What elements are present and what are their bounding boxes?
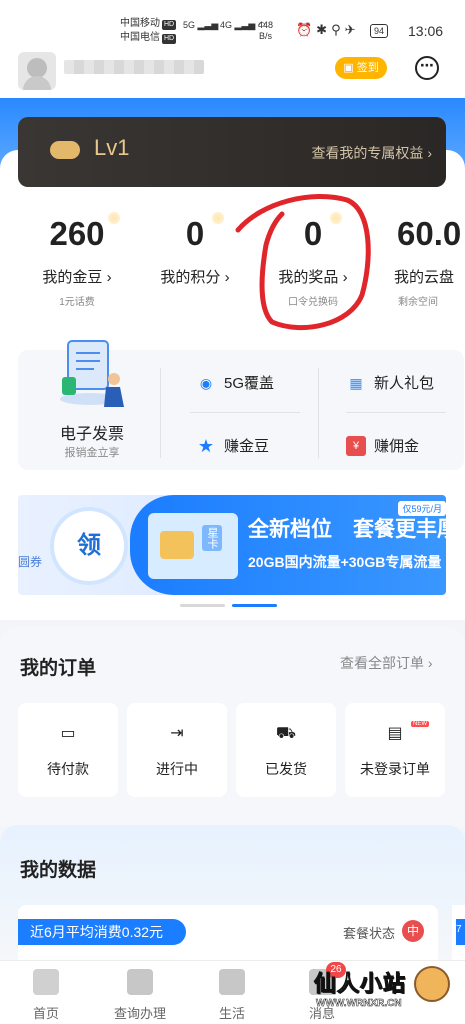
carrier-1: 中国移动 — [120, 18, 160, 29]
hd-badge-1: HD — [162, 20, 177, 30]
red-envelope-icon: ¥ — [346, 435, 366, 456]
grid-icon — [127, 969, 153, 995]
service-label: 5G覆盖 — [224, 375, 275, 392]
view-all-orders-link[interactable]: 查看全部订单 › — [340, 653, 433, 673]
hd-badge-2: HD — [162, 34, 177, 44]
net-speed: 448 B/s — [258, 20, 274, 41]
stat-gold-beans[interactable]: 260 我的金豆 › 1元话费 — [22, 212, 132, 308]
order-pending-payment[interactable]: ▭ 待付款 — [18, 703, 118, 797]
watermark-mascot-icon — [414, 966, 450, 1002]
stat-sub: 剩余空间 — [398, 297, 438, 308]
service-label: 赚佣金 — [374, 438, 420, 455]
package-status-label: 套餐状态 — [343, 926, 396, 941]
sparkle-icon — [108, 212, 120, 224]
level-card[interactable]: Lv1 查看我的专属权益 › — [18, 117, 446, 187]
tab-home[interactable]: 首页 — [6, 969, 86, 1022]
progress-icon: ⇥ — [170, 725, 184, 742]
new-tag: NEW — [411, 721, 429, 727]
calendar-icon: ▣ — [343, 62, 357, 74]
my-data-title: 我的数据 — [20, 860, 97, 881]
sim-chip-icon — [160, 531, 194, 559]
wifi-5g-icon: ◉ — [199, 374, 213, 391]
carrier-2: 中国电信 — [120, 32, 160, 43]
avatar[interactable] — [18, 52, 56, 90]
order-label: 已发货 — [265, 761, 307, 777]
price-badge: 仅59元/月 — [398, 501, 446, 516]
stat-label: 我的云盘 — [394, 269, 455, 286]
stat-sub: 1元话费 — [59, 297, 95, 308]
checkin-button[interactable]: ▣ 签到 — [335, 57, 387, 79]
service-newbie-gift[interactable]: ▦ 新人礼包 — [346, 372, 434, 393]
cup-icon — [219, 969, 245, 995]
order-label: 进行中 — [156, 761, 198, 777]
sparkle-icon — [212, 212, 224, 224]
service-earn-commission[interactable]: ¥ 赚佣金 — [346, 435, 419, 456]
signal-5g-icon: 5G ▂▃▅ — [183, 20, 219, 30]
divider — [190, 412, 300, 413]
banner-title: 全新档位 套餐更丰厚 — [248, 518, 446, 541]
pager-dot — [180, 604, 225, 607]
sim-card-label: 星卡 — [202, 525, 222, 551]
status-clock: 13:06 — [408, 23, 444, 39]
invoice-title[interactable]: 电子发票 — [38, 420, 146, 444]
star-icon: ★ — [197, 435, 215, 456]
order-not-logged-in[interactable]: ▤ NEW 未登录订单 — [345, 703, 445, 797]
chat-icon[interactable]: ⋯ — [415, 56, 439, 80]
truck-icon: ⛟ — [275, 725, 297, 742]
voucher-label: 圆券 — [18, 555, 43, 569]
order-label: 待付款 — [47, 761, 89, 777]
divider — [318, 368, 319, 458]
status-icons: ⏰✱⚲✈ — [296, 22, 360, 37]
orders-title: 我的订单 — [20, 658, 97, 679]
order-shipped[interactable]: ⛟ 已发货 — [236, 703, 336, 797]
wallet-icon: ▭ — [60, 725, 76, 742]
service-label: 新人礼包 — [374, 375, 435, 392]
status-bar: 中国移动 HD 中国电信 HD 5G ▂▃▅ 4G ▂▃▅ ◠ 448 B/s ⏰✱… — [0, 0, 465, 50]
stat-label: 我的金豆 › — [42, 269, 112, 286]
pager-dot-active — [232, 604, 277, 607]
banner-subtitle: 20GB国内流量+30GB专属流量 — [248, 554, 442, 570]
stat-value: 60.0 — [397, 215, 462, 252]
tab-life[interactable]: 生活 — [192, 969, 272, 1022]
gift-icon: ▦ — [349, 374, 363, 391]
username-blurred — [64, 60, 204, 74]
watermark-url: WWW.WRNXR.CN — [316, 998, 402, 1010]
promo-banner[interactable]: 圆券 领 星卡 全新档位 套餐更丰厚 20GB国内流量+30GB专属流量 仅59… — [18, 495, 446, 595]
order-label: 未登录订单 — [360, 761, 430, 777]
invoice-illustration-icon — [60, 340, 124, 407]
carrier-info: 中国移动 HD 中国电信 HD — [120, 17, 177, 45]
home-icon — [33, 969, 59, 995]
divider — [346, 412, 446, 413]
package-status-badge: 中 — [402, 920, 424, 942]
cloud-icon — [50, 141, 80, 159]
level-label: Lv1 — [94, 135, 130, 160]
next-card-tag: 7 — [456, 919, 465, 945]
tab-query[interactable]: 查询办理 — [100, 969, 180, 1022]
benefits-link[interactable]: 查看我的专属权益 › — [311, 143, 432, 163]
battery-indicator: 94 — [370, 24, 389, 38]
watermark-title: 仙人小站 — [313, 971, 407, 997]
service-5g-coverage[interactable]: ◉ 5G覆盖 — [196, 372, 274, 393]
service-label: 赚金豆 — [224, 438, 270, 455]
claim-button[interactable]: 领 — [56, 513, 122, 579]
order-list-icon: ▤ — [387, 725, 403, 742]
invoice-subtitle: 报销金立享 — [64, 447, 120, 459]
red-circle-annotation — [235, 194, 371, 331]
divider — [160, 368, 161, 458]
profile-header: ▣ 签到 ⋯ — [0, 50, 465, 98]
order-in-progress[interactable]: ⇥ 进行中 — [127, 703, 227, 797]
avg-spend-tag: 近6月平均消费0.32元 — [18, 919, 186, 945]
stat-cloud-drive[interactable]: 60.0 我的云盘 剩余空间 — [380, 212, 465, 308]
service-earn-beans[interactable]: ★ 赚金豆 — [196, 435, 269, 456]
